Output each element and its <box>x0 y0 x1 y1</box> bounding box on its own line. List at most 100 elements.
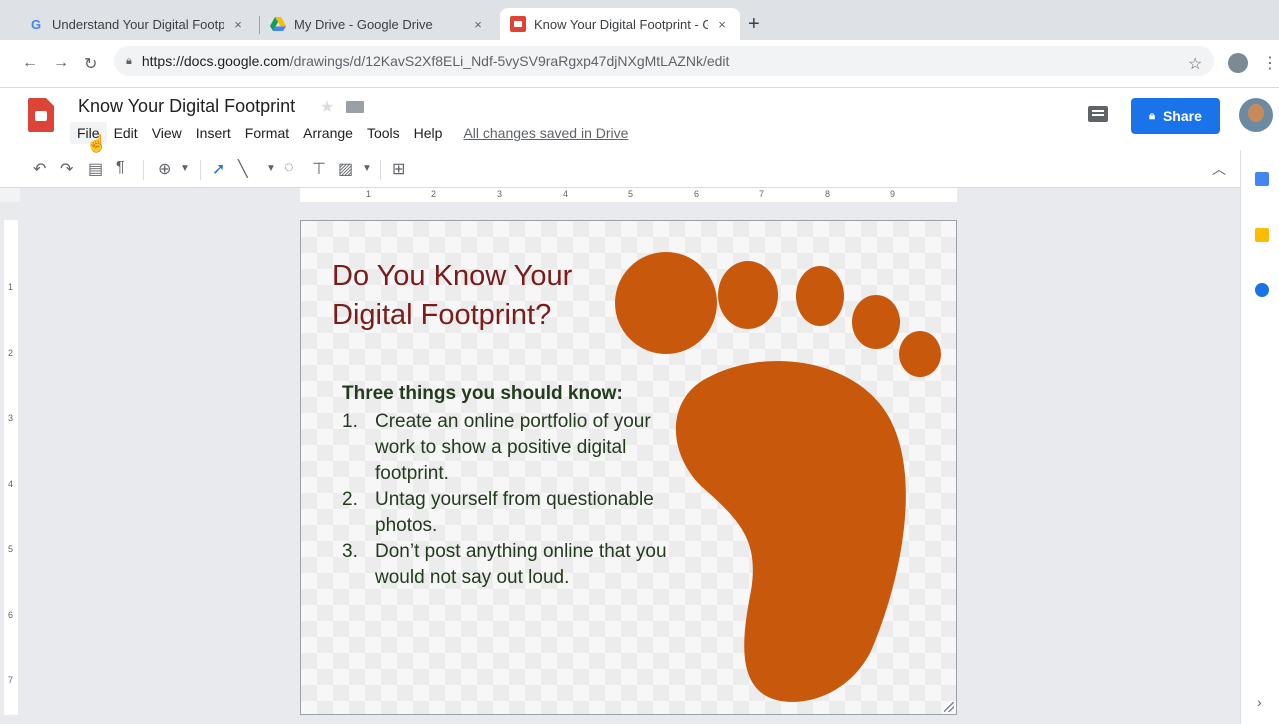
ruler-mark: 4 <box>8 479 14 489</box>
tab-title: Know Your Digital Footprint - G <box>534 16 708 32</box>
toolbar-divider <box>380 160 381 180</box>
ruler-mark: 7 <box>759 189 765 199</box>
toe-shape <box>718 261 778 329</box>
heading-line: Digital Footprint? <box>332 299 552 331</box>
share-button[interactable]: 🔒︎ Share <box>1131 98 1220 134</box>
calendar-icon[interactable] <box>1255 172 1269 186</box>
menu-help[interactable]: Help <box>407 122 450 144</box>
ruler-mark: 2 <box>8 348 14 358</box>
close-tab-icon[interactable]: × <box>230 17 246 32</box>
print-icon[interactable]: ▤ <box>88 159 103 179</box>
expand-panel-icon[interactable]: › <box>1257 694 1262 710</box>
user-avatar[interactable] <box>1239 98 1273 132</box>
ruler-mark: 1 <box>366 189 372 199</box>
back-icon[interactable]: ← <box>22 54 38 72</box>
ruler-mark: 5 <box>8 544 14 554</box>
drawings-logo-icon[interactable] <box>28 98 54 132</box>
url-host: https://docs.google.com <box>141 53 290 69</box>
footprint-image[interactable] <box>601 251 951 711</box>
drawings-icon <box>510 16 526 32</box>
menu-edit[interactable]: Edit <box>107 122 145 144</box>
star-icon[interactable]: ★ <box>320 97 334 117</box>
drawing-canvas[interactable]: Do You Know Your Digital Footprint? Thre… <box>20 202 1240 724</box>
address-bar-row: ← → ↻ 🔒︎ https://docs.google.com/drawing… <box>0 40 1279 88</box>
menu-format[interactable]: Format <box>238 122 296 144</box>
new-comment-icon[interactable]: ⊞ <box>392 159 405 179</box>
url-field[interactable]: 🔒︎ https://docs.google.com/drawings/d/12… <box>114 46 1214 76</box>
new-tab-button[interactable]: + <box>748 13 760 36</box>
list-number: 3. <box>342 541 358 562</box>
toe-shape <box>796 266 844 326</box>
google-favicon-icon: G <box>30 16 42 32</box>
chrome-profile-avatar[interactable] <box>1228 53 1248 73</box>
toolbar: ↶ ↷ ▤ ¶ ⊕ ▼ ➚ ╲ ▼ ◌ ⊤ ▨ ▼ ⊞ ︿ <box>0 150 1240 188</box>
ruler-mark: 1 <box>8 282 14 292</box>
ruler-mark: 8 <box>825 189 831 199</box>
redo-icon[interactable]: ↷ <box>60 159 73 179</box>
collapse-toolbar-icon[interactable]: ︿ <box>1212 159 1226 179</box>
slide-heading[interactable]: Do You Know Your Digital Footprint? <box>332 257 632 335</box>
ruler-mark: 6 <box>8 610 14 620</box>
ruler-mark: 2 <box>431 189 437 199</box>
hand-cursor-icon: ☝ <box>86 134 108 153</box>
zoom-icon[interactable]: ⊕ <box>158 159 171 179</box>
line-icon[interactable]: ╲ <box>238 159 248 179</box>
ruler-mark: 3 <box>497 189 503 199</box>
share-label: Share <box>1162 108 1202 124</box>
drive-icon <box>270 16 286 32</box>
zoom-dropdown-icon[interactable]: ▼ <box>180 163 190 174</box>
save-status-link[interactable]: All changes saved in Drive <box>463 122 628 144</box>
list-number: 1. <box>342 411 358 432</box>
folder-icon[interactable] <box>346 101 364 113</box>
toolbar-divider <box>200 160 201 180</box>
ruler-mark: 5 <box>628 189 634 199</box>
tab-my-drive[interactable]: My Drive - Google Drive × <box>260 8 496 40</box>
ruler-page-area <box>4 220 18 715</box>
close-tab-icon[interactable]: × <box>470 17 486 32</box>
comments-icon[interactable] <box>1088 106 1108 122</box>
forward-icon[interactable]: → <box>53 54 69 72</box>
tab-title: Understand Your Digital Footp <box>52 16 224 32</box>
toe-shape <box>852 295 900 349</box>
resize-handle-icon[interactable] <box>944 702 954 712</box>
select-icon[interactable]: ➚ <box>212 159 225 179</box>
menu-insert[interactable]: Insert <box>189 122 238 144</box>
bookmark-star-icon[interactable]: ☆ <box>1188 54 1202 74</box>
side-panel: › <box>1240 150 1279 724</box>
menu-tools[interactable]: Tools <box>360 122 407 144</box>
undo-icon[interactable]: ↶ <box>33 159 46 179</box>
paint-format-icon[interactable]: ¶ <box>116 159 125 177</box>
drawing-page[interactable]: Do You Know Your Digital Footprint? Thre… <box>300 220 957 715</box>
close-tab-icon[interactable]: × <box>714 17 730 32</box>
tab-title: My Drive - Google Drive <box>294 16 433 32</box>
menu-view[interactable]: View <box>145 122 189 144</box>
image-dropdown-icon[interactable]: ▼ <box>362 163 372 174</box>
tab-understand-footprint[interactable]: G Understand Your Digital Footp × <box>18 8 256 40</box>
ruler-mark: 6 <box>694 189 700 199</box>
ruler-mark: 4 <box>563 189 569 199</box>
menu-arrange[interactable]: Arrange <box>296 122 360 144</box>
slide-subheading[interactable]: Three things you should know: <box>342 383 623 405</box>
sole-shape <box>675 361 906 702</box>
browser-tab-strip: G Understand Your Digital Footp × My Dri… <box>0 0 1279 40</box>
tab-know-footprint[interactable]: Know Your Digital Footprint - G × <box>500 8 740 40</box>
tasks-icon[interactable] <box>1255 283 1269 297</box>
reload-icon[interactable]: ↻ <box>84 54 97 74</box>
ruler-mark: 9 <box>890 189 896 199</box>
horizontal-ruler: 1 2 3 4 5 6 7 8 9 <box>20 188 1240 202</box>
line-dropdown-icon[interactable]: ▼ <box>266 163 276 174</box>
vertical-ruler: 1 2 3 4 5 6 7 <box>0 202 20 724</box>
keep-icon[interactable] <box>1255 228 1269 242</box>
text-box-icon[interactable]: ⊤ <box>312 159 326 179</box>
shape-icon[interactable]: ◌ <box>284 159 294 177</box>
big-toe-shape <box>615 252 717 354</box>
image-icon[interactable]: ▨ <box>338 159 353 179</box>
toolbar-divider <box>143 160 144 180</box>
browser-menu-icon[interactable]: ⋮ <box>1262 53 1278 73</box>
url-path: /drawings/d/12KavS2Xf8ELi_Ndf-5vySV9raRg… <box>289 53 730 69</box>
ruler-mark: 7 <box>8 675 14 685</box>
list-number: 2. <box>342 489 358 510</box>
toe-shape <box>899 331 941 377</box>
document-title[interactable]: Know Your Digital Footprint <box>78 96 295 117</box>
lock-icon: 🔒︎ <box>1149 109 1155 122</box>
